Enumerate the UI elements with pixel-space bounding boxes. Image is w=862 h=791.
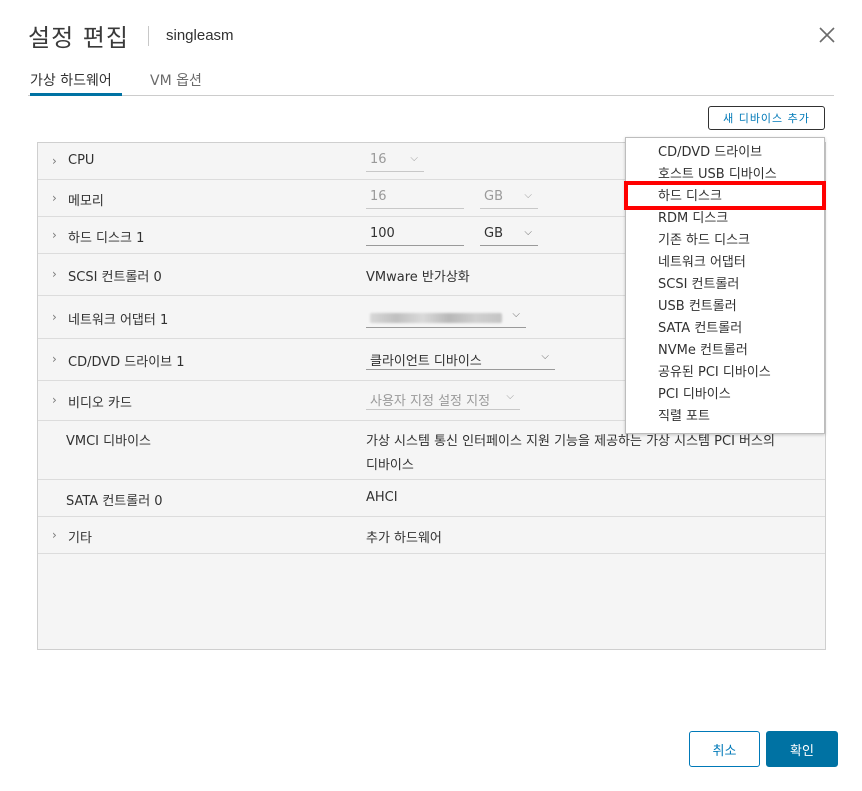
cddvd-label: CD/DVD 드라이브 1 <box>68 355 185 370</box>
menu-item-nvme-controller[interactable]: NVMe 컨트롤러 <box>626 340 824 362</box>
chevron-right-icon[interactable]: › <box>52 352 57 366</box>
other-value: 추가 하드웨어 <box>366 531 442 546</box>
other-label: 기타 <box>68 531 92 546</box>
sata-value: AHCI <box>366 490 398 505</box>
ok-button[interactable]: 확인 <box>766 731 838 767</box>
menu-item-shared-pci-device[interactable]: 공유된 PCI 디바이스 <box>626 362 824 384</box>
chevron-right-icon[interactable]: › <box>52 393 57 407</box>
tab-virtual-hardware[interactable]: 가상 하드웨어 <box>30 70 122 96</box>
chevron-down-icon: ⌵ <box>524 227 532 238</box>
menu-item-usb-controller[interactable]: USB 컨트롤러 <box>626 296 824 318</box>
hard-disk-unit-select[interactable]: GB ⌵ <box>480 224 538 246</box>
hardware-row-sata: SATA 컨트롤러 0 AHCI <box>38 480 825 517</box>
tab-vm-options[interactable]: VM 옵션 <box>150 70 202 96</box>
network-select[interactable]: ⌵ <box>366 306 526 328</box>
chevron-down-icon: ⌵ <box>506 391 514 402</box>
memory-label: 메모리 <box>68 194 104 209</box>
sata-label: SATA 컨트롤러 0 <box>66 494 163 509</box>
hard-disk-size-input[interactable]: 100 <box>366 224 464 246</box>
memory-unit-select: GB ⌵ <box>480 187 538 209</box>
chevron-right-icon[interactable]: › <box>52 228 57 242</box>
close-icon[interactable] <box>818 26 840 48</box>
vm-name: singleasm <box>166 27 234 44</box>
chevron-down-icon: ⌵ <box>410 153 418 164</box>
title-separator <box>148 26 149 46</box>
chevron-down-icon: ⌵ <box>524 190 532 201</box>
menu-item-network-adapter[interactable]: 네트워크 어댑터 <box>626 252 824 274</box>
scsi-label: SCSI 컨트롤러 0 <box>68 270 162 285</box>
menu-item-host-usb[interactable]: 호스트 USB 디바이스 <box>626 164 824 186</box>
video-card-select: 사용자 지정 설정 지정 ⌵ <box>366 388 520 410</box>
chevron-down-icon: ⌵ <box>541 351 549 362</box>
network-label: 네트워크 어댑터 1 <box>68 313 169 328</box>
hard-disk-label: 하드 디스크 1 <box>68 231 145 246</box>
memory-input: 16 <box>366 187 464 209</box>
menu-item-existing-hard-disk[interactable]: 기존 하드 디스크 <box>626 230 824 252</box>
cancel-button[interactable]: 취소 <box>689 731 760 767</box>
chevron-right-icon[interactable]: › <box>52 154 57 168</box>
chevron-down-icon: ⌵ <box>512 309 520 320</box>
chevron-right-icon[interactable]: › <box>52 267 57 281</box>
video-card-label: 비디오 카드 <box>68 396 132 411</box>
tab-bar: 가상 하드웨어 VM 옵션 <box>28 68 834 96</box>
cpu-label: CPU <box>68 153 95 168</box>
vmci-label: VMCI 디바이스 <box>66 434 151 449</box>
menu-item-scsi-controller[interactable]: SCSI 컨트롤러 <box>626 274 824 296</box>
menu-item-hard-disk[interactable]: 하드 디스크 <box>626 186 824 208</box>
menu-item-cddvd[interactable]: CD/DVD 드라이브 <box>626 142 824 164</box>
menu-item-serial-port[interactable]: 직렬 포트 <box>626 406 824 428</box>
add-device-menu: CD/DVD 드라이브 호스트 USB 디바이스 하드 디스크 RDM 디스크 … <box>625 137 825 434</box>
cpu-select: 16 ⌵ <box>366 150 424 172</box>
menu-item-pci-device[interactable]: PCI 디바이스 <box>626 384 824 406</box>
chevron-right-icon[interactable]: › <box>52 310 57 324</box>
menu-item-sata-controller[interactable]: SATA 컨트롤러 <box>626 318 824 340</box>
chevron-right-icon[interactable]: › <box>52 191 57 205</box>
add-new-device-button[interactable]: 새 디바이스 추가 <box>708 106 825 130</box>
hardware-row-other: › 기타 추가 하드웨어 <box>38 517 825 554</box>
dialog-title: 설정 편집 <box>28 24 129 52</box>
scsi-value: VMware 반가상화 <box>366 270 470 285</box>
vmci-value-line2: 디바이스 <box>366 458 414 473</box>
menu-item-rdm-disk[interactable]: RDM 디스크 <box>626 208 824 230</box>
blurred-network-name <box>370 313 502 323</box>
cddvd-select[interactable]: 클라이언트 디바이스 ⌵ <box>366 348 555 370</box>
chevron-right-icon[interactable]: › <box>52 528 57 542</box>
